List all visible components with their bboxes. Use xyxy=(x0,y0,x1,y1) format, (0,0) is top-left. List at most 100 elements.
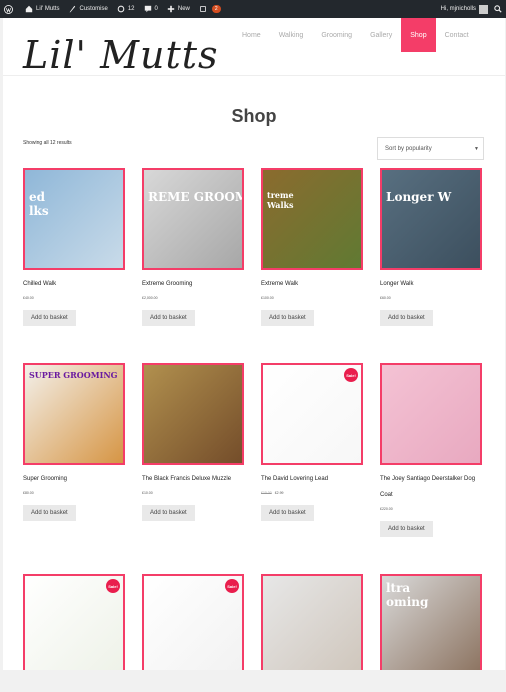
search-icon[interactable] xyxy=(494,5,502,13)
product-price: £80.00 xyxy=(23,491,125,495)
product-price: £10.00 xyxy=(142,491,244,495)
product-card: REME GROOM Extreme Grooming £2,000.00 Add t… xyxy=(142,168,244,326)
product-current-price: £2,000.00 xyxy=(142,296,158,300)
product-image[interactable]: Sale! xyxy=(261,363,363,465)
product-image-text: ltra oming xyxy=(386,581,429,609)
product-name[interactable]: Extreme Grooming xyxy=(142,276,244,292)
nav-item-gallery[interactable]: Gallery xyxy=(361,18,401,52)
brush-icon xyxy=(70,5,76,13)
product-image[interactable] xyxy=(142,363,244,465)
product-image-text: REME GROOM xyxy=(148,190,244,204)
notifications-link[interactable]: 2 xyxy=(199,5,221,13)
add-to-basket-button[interactable]: Add to basket xyxy=(380,310,433,326)
product-image[interactable]: ltra oming xyxy=(380,574,482,670)
sort-select[interactable]: Sort by popularity ▼ xyxy=(377,137,484,160)
product-card: Sale! xyxy=(23,574,125,670)
nav-item-walking[interactable]: Walking xyxy=(270,18,313,52)
product-name[interactable]: The Joey Santiago Deerstalker Dog Coat xyxy=(380,471,482,503)
plugin-icon xyxy=(200,6,206,12)
product-image[interactable]: Longer W xyxy=(380,168,482,270)
product-name[interactable]: The Black Francis Deluxe Muzzle xyxy=(142,471,244,487)
sale-badge: Sale! xyxy=(344,368,358,382)
home-icon xyxy=(25,5,33,13)
product-name[interactable]: Chilled Walk xyxy=(23,276,125,292)
product-card: The Joey Santiago Deerstalker Dog Coat £2… xyxy=(380,363,482,537)
product-card: SUPER GROOMING Super Grooming £80.00 Add to… xyxy=(23,363,125,521)
product-name[interactable]: Super Grooming xyxy=(23,471,125,487)
product-price: £220.00 xyxy=(380,507,482,511)
product-image[interactable]: Sale! xyxy=(142,574,244,670)
product-price: £100.00 xyxy=(261,296,363,300)
product-card: The Black Francis Deluxe Muzzle £10.00 Add… xyxy=(142,363,244,521)
sort-selected-value: Sort by popularity xyxy=(385,145,432,152)
page-title: Shop xyxy=(231,106,277,126)
comment-icon xyxy=(144,5,151,13)
add-to-basket-button[interactable]: Add to basket xyxy=(23,310,76,326)
product-image[interactable]: treme Walks xyxy=(261,168,363,270)
product-card: ltra oming xyxy=(380,574,482,670)
page-content: Lil' Mutts Home Walking Grooming Gallery Sho… xyxy=(3,18,505,670)
product-name[interactable]: Extreme Walk xyxy=(261,276,363,292)
new-content-link[interactable]: New xyxy=(167,5,190,13)
product-current-price: £10.00 xyxy=(142,491,153,495)
product-image-text: Longer W xyxy=(386,190,452,204)
product-price: £60.00 xyxy=(380,296,482,300)
product-image[interactable]: ed lks xyxy=(23,168,125,270)
product-image[interactable]: Sale! xyxy=(23,574,125,670)
product-image-text: SUPER GROOMING xyxy=(29,370,118,380)
result-count: Showing all 12 results xyxy=(23,140,72,146)
chevron-down-icon: ▼ xyxy=(474,146,479,152)
user-greeting[interactable]: Hi, mjnicholls xyxy=(441,6,476,12)
product-image-text: treme Walks xyxy=(267,190,294,210)
product-image[interactable]: SUPER GROOMING xyxy=(23,363,125,465)
product-price: £10.00 £2.99 xyxy=(261,491,363,495)
product-price: £40.00 xyxy=(23,296,125,300)
comments-link[interactable]: 0 xyxy=(144,5,158,13)
nav-item-grooming[interactable]: Grooming xyxy=(312,18,361,52)
product-current-price: £220.00 xyxy=(380,507,393,511)
product-card: Sale! xyxy=(142,574,244,670)
product-image[interactable] xyxy=(380,363,482,465)
header-divider xyxy=(3,75,505,76)
add-to-basket-button[interactable]: Add to basket xyxy=(380,521,433,537)
nav-item-contact[interactable]: Contact xyxy=(436,18,478,52)
wordpress-logo-icon[interactable] xyxy=(4,4,16,14)
customise-link[interactable]: Customise xyxy=(68,5,108,13)
product-current-price: £80.00 xyxy=(23,491,34,495)
product-name[interactable]: Longer Walk xyxy=(380,276,482,292)
product-card: Longer W Longer Walk £60.00 Add to basket xyxy=(380,168,482,326)
product-current-price: £100.00 xyxy=(261,296,274,300)
product-current-price: £40.00 xyxy=(23,296,34,300)
avatar[interactable] xyxy=(479,4,488,14)
add-to-basket-button[interactable]: Add to basket xyxy=(261,505,314,521)
page-bottom-margin xyxy=(0,670,506,692)
sale-badge: Sale! xyxy=(106,579,120,593)
add-to-basket-button[interactable]: Add to basket xyxy=(261,310,314,326)
product-current-price: £60.00 xyxy=(380,296,391,300)
product-image-text: ed lks xyxy=(29,190,49,218)
product-current-price: £2.99 xyxy=(274,491,284,495)
product-card: treme Walks Extreme Walk £100.00 Add to bas… xyxy=(261,168,363,326)
notifications-badge: 2 xyxy=(211,5,221,13)
product-card: ed lks Chilled Walk £40.00 Add to basket xyxy=(23,168,125,326)
product-image[interactable]: REME GROOM xyxy=(142,168,244,270)
add-to-basket-button[interactable]: Add to basket xyxy=(142,505,195,521)
sale-badge: Sale! xyxy=(225,579,239,593)
nav-item-shop[interactable]: Shop xyxy=(401,18,436,52)
add-to-basket-button[interactable]: Add to basket xyxy=(23,505,76,521)
site-name-link[interactable]: Lil' Mutts xyxy=(25,5,59,13)
admin-bar: Lil' Mutts Customise 12 0 New 2 Hi, mjni… xyxy=(0,0,506,18)
product-card: Sale! The David Lovering Lead £10.00 £2.99 A… xyxy=(261,363,363,521)
product-image[interactable] xyxy=(261,574,363,670)
refresh-icon xyxy=(117,5,125,13)
main-navigation: Home Walking Grooming Gallery Shop Contact xyxy=(233,18,478,52)
updates-link[interactable]: 12 xyxy=(117,5,135,13)
plus-icon xyxy=(167,5,175,13)
product-old-price: £10.00 xyxy=(261,491,272,495)
add-to-basket-button[interactable]: Add to basket xyxy=(142,310,195,326)
product-price: £2,000.00 xyxy=(142,296,244,300)
nav-item-home[interactable]: Home xyxy=(233,18,270,52)
site-logo[interactable]: Lil' Mutts xyxy=(23,33,219,77)
product-card xyxy=(261,574,363,670)
product-name[interactable]: The David Lovering Lead xyxy=(261,471,363,487)
